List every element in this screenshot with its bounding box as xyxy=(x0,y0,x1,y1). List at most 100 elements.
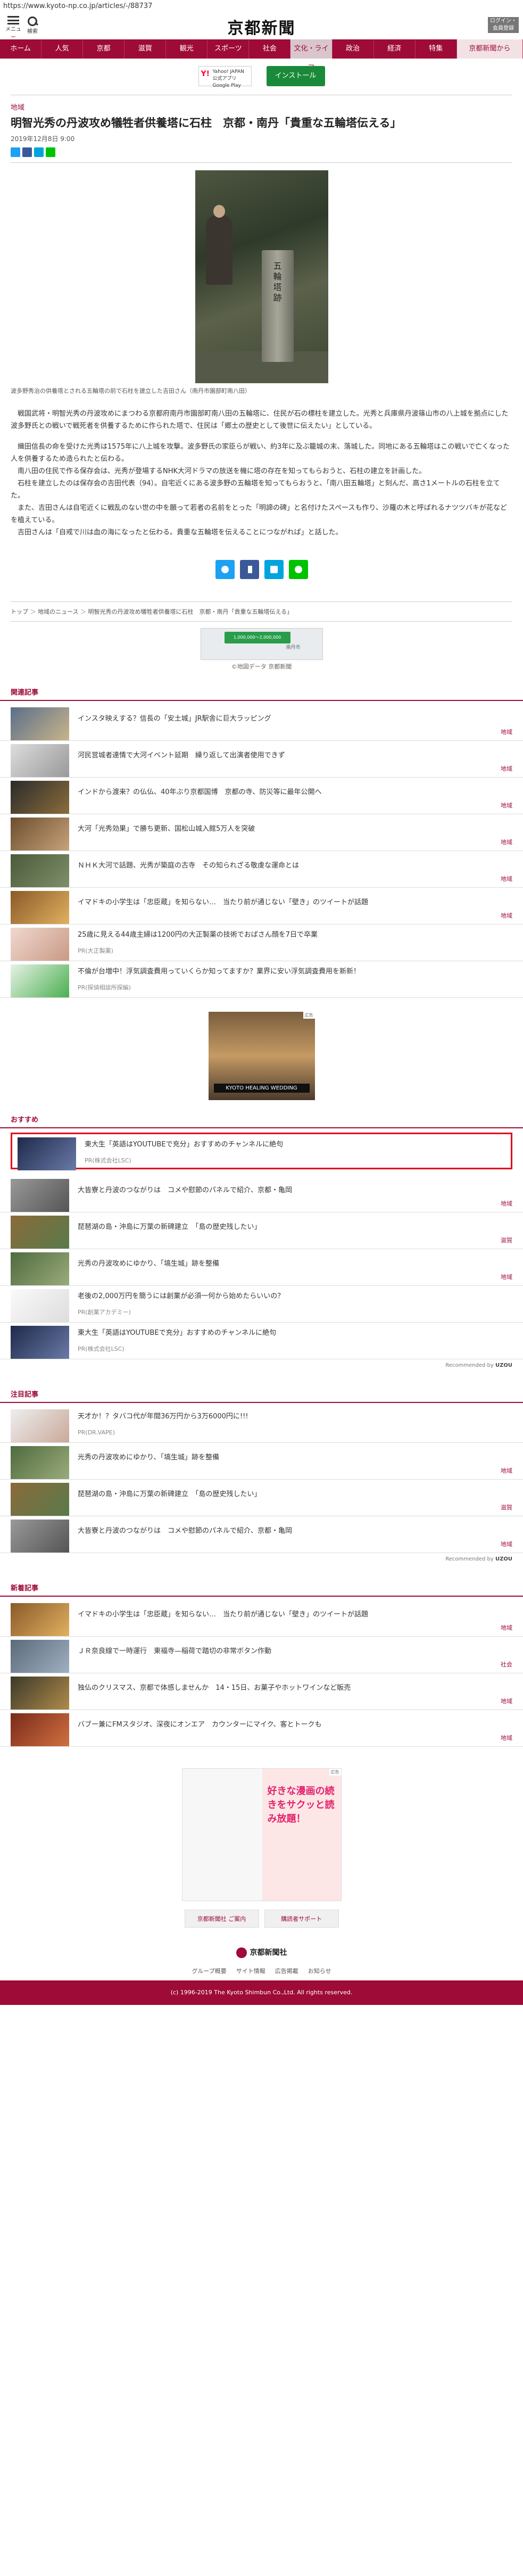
item-category: 地域 xyxy=(501,765,512,772)
nav-society[interactable]: 社会 xyxy=(249,39,291,59)
article-category[interactable]: 地域 xyxy=(11,102,512,112)
item-title: 独仏のクリスマス、京都で体感しませんか 14・15日、お菓子やホットワインなど販… xyxy=(78,1684,351,1692)
sponsored-item[interactable]: 不倫が台増中！浮気調査費用っていくらか知ってますか？業界に安い浮気調査費用を新新… xyxy=(0,961,523,998)
twitter-share-icon[interactable] xyxy=(215,560,235,579)
featured-item[interactable]: 東大生「英語はYOUTUBEで充分」おすすめのチャンネルに絶句 PR(株式会社LS… xyxy=(11,1133,512,1170)
footer-link[interactable]: サイト情報 xyxy=(236,1967,265,1975)
nav-home[interactable]: ホーム xyxy=(0,39,42,59)
site-logo[interactable]: 京都新聞 xyxy=(0,15,523,38)
hatena-share-icon[interactable] xyxy=(264,560,284,579)
footer-link[interactable]: お知らせ xyxy=(308,1967,331,1975)
item-category: 滋賀 xyxy=(501,1237,512,1244)
company-info-button[interactable]: 京都新聞社 ご案内 xyxy=(184,1910,259,1928)
footer-link[interactable]: 広告掲載 xyxy=(275,1967,298,1975)
facebook-share-icon[interactable] xyxy=(239,560,259,579)
share-large xyxy=(11,560,512,579)
sponsored-item[interactable]: 老後の2,000万円を簡うには創業が必須一何から始めたらいいの？ PR(創業アカデ… xyxy=(0,1286,523,1323)
item-title: 老後の2,000万円を簡うには創業が必須一何から始めたらいいの？ PR(創業アカデ… xyxy=(78,1291,284,1318)
facebook-icon[interactable] xyxy=(22,147,32,157)
list-item[interactable]: イマドキの小学生は「忠臣蔵」を知らない… 当たり前が通じない「壁き」のツイートが… xyxy=(0,1600,523,1637)
list-item[interactable]: 独仏のクリスマス、京都で体感しませんか 14・15日、お菓子やホットワインなど販… xyxy=(0,1673,523,1710)
line-icon[interactable] xyxy=(46,147,55,157)
nav-economy[interactable]: 経済 xyxy=(374,39,416,59)
yahoo-app-badge[interactable]: Yahoo! JAPAN 公式アプリ Google Play xyxy=(198,66,252,88)
nav-feature[interactable]: 特集 xyxy=(416,39,457,59)
nav-from-kyoto[interactable]: 京都新聞から xyxy=(456,39,523,59)
recommended-by: Recommended by UZOU xyxy=(445,1556,512,1562)
list-item[interactable]: ＪＲ奈良線で一時運行 東福寺—稲荷で踏切の非常ボタン作動 社会 xyxy=(0,1637,523,1673)
thumbnail xyxy=(11,818,69,851)
breadcrumb-item[interactable]: 地域のニュース xyxy=(30,608,79,615)
login-button[interactable]: ログイン・会員登録 xyxy=(488,17,519,33)
app-promo: Yahoo! JAPAN 公式アプリ Google Play インストール xyxy=(0,66,523,88)
thumbnail xyxy=(11,964,69,997)
site-footer: 京都新聞社 ご案内 購読者サポート 京都新聞社 グループ概要 サイト情報 広告掲… xyxy=(0,1910,523,2005)
nav-politics[interactable]: 政治 xyxy=(333,39,374,59)
map-widget[interactable]: 1,000,000〜2,000,000 南丹市 xyxy=(200,628,323,660)
footer-link[interactable]: グループ概要 xyxy=(192,1967,226,1975)
item-title: 琵琶湖の島・沖島に万葉の新碑建立 「島の歴史残したい」 xyxy=(78,1490,261,1498)
breadcrumb-item[interactable]: トップ xyxy=(11,608,28,615)
list-item[interactable]: 大皆寮と丹波のつながりは コメや慰節のパネルで紹介、京都・亀岡 地域 xyxy=(0,1516,523,1553)
list-item[interactable]: 琵琶湖の島・沖島に万葉の新碑建立 「島の歴史残したい」 滋賀 xyxy=(0,1480,523,1516)
list-item[interactable]: インスタ映えする？信長の「安土城」JR駅舎に巨大ラッピング 地域 xyxy=(0,704,523,741)
install-button[interactable]: インストール xyxy=(266,66,325,86)
item-category: 地域 xyxy=(501,1274,512,1281)
copyright: (c) 1996-2019 The Kyoto Shimbun Co.,Ltd.… xyxy=(0,1980,523,2005)
kyoto-shimbun-mark-icon xyxy=(236,1947,247,1958)
item-title: イマドキの小学生は「忠臣蔵」を知らない… 当たり前が通じない「壁き」のツイートが… xyxy=(78,898,369,906)
section-title: 新着記事 xyxy=(0,1582,523,1597)
sponsor-label: PR(DR.VAPE) xyxy=(78,1429,115,1436)
nav-kyoto[interactable]: 京都 xyxy=(83,39,125,59)
uzou-logo[interactable]: UZOU xyxy=(495,1363,512,1368)
list-item[interactable]: 光秀の丹波攻めにゆかり、「塙生城」跡を整備地域 xyxy=(0,1249,523,1286)
ad-illustration xyxy=(182,1769,262,1901)
item-title: インドから渡来？の仏仏、40年ぶり京都国博 京都の寺、防災等に最年公開へ xyxy=(78,788,322,796)
item-title: 光秀の丹波攻めにゆかり、「塙生城」跡を整備 xyxy=(78,1260,219,1268)
list-item[interactable]: 大河「光秀効果」で勝ち更新、国松山城入館5万人を突破 地域 xyxy=(0,814,523,851)
uzou-logo[interactable]: UZOU xyxy=(495,1556,512,1562)
manga-ad[interactable]: 好きな漫画の続きをサクッと読み放題！ 広告 xyxy=(181,1768,342,1901)
section-title: 注目記事 xyxy=(0,1389,523,1403)
subscriber-support-button[interactable]: 購読者サポート xyxy=(264,1910,339,1928)
nav-shiga[interactable]: 滋賀 xyxy=(124,39,167,59)
footer-logo[interactable]: 京都新聞社 xyxy=(0,1947,523,1958)
list-item[interactable]: 河民営城者達情で大河イベント延期 繰り返して出演者使用できず地域 xyxy=(0,741,523,778)
item-category: 地域 xyxy=(501,802,512,809)
nav-popular[interactable]: 人気 xyxy=(41,39,84,59)
thumbnail xyxy=(11,1409,69,1442)
hatena-icon[interactable] xyxy=(34,147,44,157)
list-item[interactable]: イマドキの小学生は「忠臣蔵」を知らない… 当たり前が通じない「壁き」のツイートが… xyxy=(0,888,523,924)
item-title: 東大生「英語はYOUTUBEで充分」おすすめのチャンネルに絶句 PR(株式会社LS… xyxy=(85,1140,283,1166)
sponsored-item[interactable]: 東大生「英語はYOUTUBEで充分」おすすめのチャンネルに絶句 PR(株式会社LS… xyxy=(0,1323,523,1359)
nav-sports[interactable]: スポーツ xyxy=(207,39,250,59)
item-category: 地域 xyxy=(501,839,512,846)
paragraph: 戦国武将・明智光秀の丹波攻めにまつわる京都府南丹市園部町南八田の五輪塔に、住民が… xyxy=(11,410,509,430)
nav-tourism[interactable]: 観光 xyxy=(166,39,208,59)
list-item[interactable]: 琵琶湖の島・沖島に万葉の新碑建立 「島の歴史残したい」 滋賀 xyxy=(0,1212,523,1249)
item-title: 河民営城者達情で大河イベント延期 繰り返して出演者使用できず xyxy=(78,752,285,759)
nav-culture[interactable]: 文化・ライフ xyxy=(290,39,333,72)
sponsor-label: PR(創業アカデミー) xyxy=(78,1309,131,1316)
paragraph: また、吉田さんは自宅近くに戦乱のない世の中を願って若者の名前をとった「明諦の碑」… xyxy=(11,504,507,524)
list-item[interactable]: インドから渡来？の仏仏、40年ぶり京都国博 京都の寺、防災等に最年公開へ地域 xyxy=(0,778,523,814)
thumbnail xyxy=(11,1603,69,1636)
address-bar[interactable]: https://www.kyoto-np.co.jp/articles/-/88… xyxy=(0,0,523,13)
line-share-icon[interactable] xyxy=(288,560,308,579)
item-title: イマドキの小学生は「忠臣蔵」を知らない… 当たり前が通じない「壁き」のツイートが… xyxy=(78,1611,369,1619)
list-item[interactable]: 大皆寮と丹波のつながりは コメや慰節のパネルで紹介、京都・亀岡 地域 xyxy=(0,1176,523,1212)
item-category: 地域 xyxy=(501,729,512,736)
paragraph: 織田信長の命を受けた光秀は1575年に八上城を攻撃。波多野氏の家臣らが戦い、約3… xyxy=(11,443,510,463)
sponsor-label: PR(株式会社LSC) xyxy=(78,1345,124,1352)
display-ad[interactable]: 広告 KYOTO HEALING WEDDING xyxy=(208,1012,315,1100)
list-item[interactable]: ＮＨＫ大河で話題、光秀が築庭の古寺 その知られざる敬虔な運命とは 地域 xyxy=(0,851,523,888)
article-photo[interactable]: 五輪塔跡 xyxy=(195,170,328,383)
section-title: おすすめ xyxy=(0,1114,523,1128)
thumbnail xyxy=(11,1179,69,1212)
list-item[interactable]: 光秀の丹波攻めにゆかり、「塙生城」跡を整備 地域 xyxy=(0,1443,523,1480)
sponsored-item[interactable]: 天才か！？タバコ代が年間36万円から3万6000円に!!! PR(DR.VAPE) xyxy=(0,1406,523,1443)
item-title: バブー兼にFMスタジオ、深夜にオンエア カウンターにマイク、客とトークも xyxy=(78,1721,322,1729)
sponsored-item[interactable]: 25歳に見える44歳主婦は1200円の大正製薬の技術でおばさん顔を7日で卒業 PR… xyxy=(0,924,523,961)
twitter-icon[interactable] xyxy=(11,147,20,157)
list-item[interactable]: バブー兼にFMスタジオ、深夜にオンエア カウンターにマイク、客とトークも 地域 xyxy=(0,1710,523,1747)
